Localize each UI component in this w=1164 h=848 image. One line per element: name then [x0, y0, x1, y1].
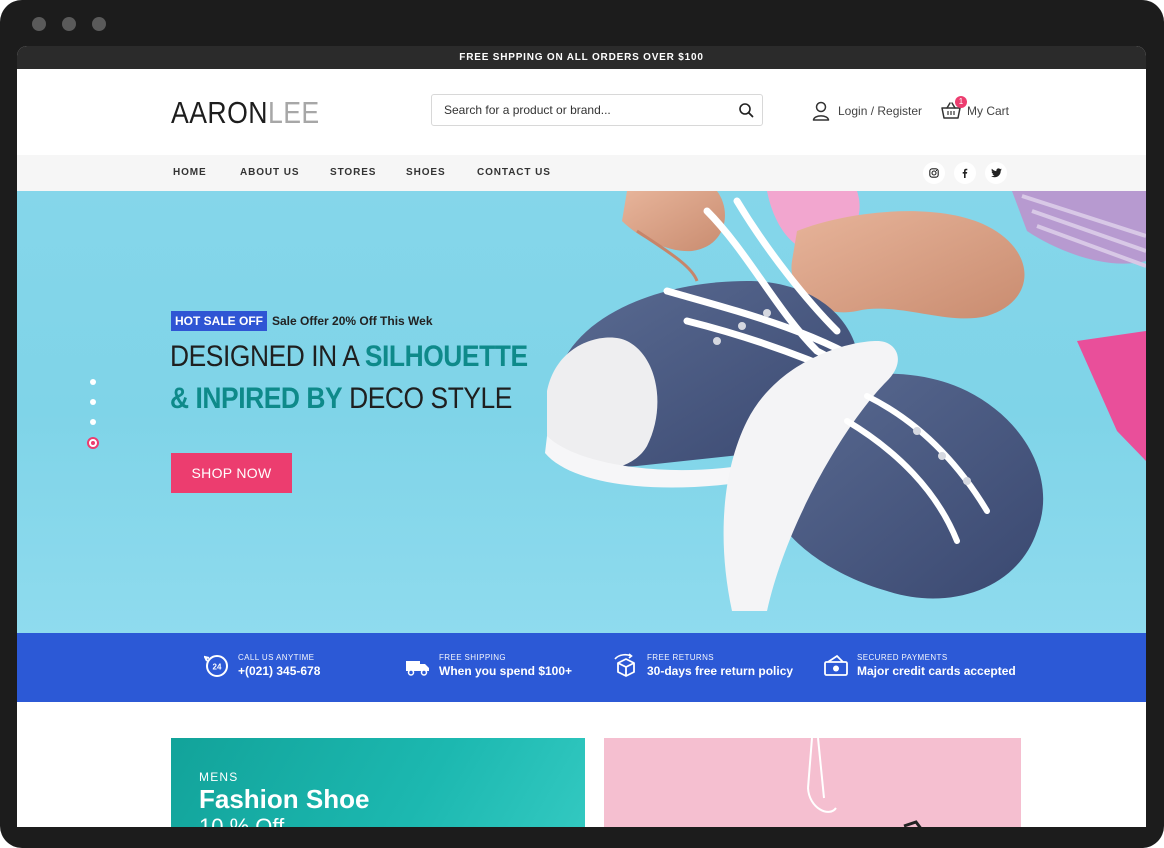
cart-icon-wrap: 1: [941, 96, 967, 121]
instagram-link[interactable]: [923, 162, 945, 184]
logo-part-1: AARON: [171, 95, 268, 130]
nav-item-stores[interactable]: STORES: [330, 155, 376, 191]
feature-returns-text: FREE RETURNS 30-days free return policy: [647, 653, 793, 679]
feature-shipping: FREE SHIPPING When you spend $100+: [405, 653, 572, 679]
hero-headline-line-2: & INPIRED BY DECO STYLE: [170, 381, 512, 417]
payment-icon: [824, 654, 848, 676]
shop-now-button[interactable]: SHOP NOW: [171, 453, 292, 493]
user-icon: [812, 101, 830, 121]
cart-count-badge: 1: [955, 96, 967, 108]
login-label: Login / Register: [838, 104, 923, 118]
feature-payments-small: SECURED PAYMENTS: [857, 653, 948, 662]
hero-slider: HOT SALE OFF Sale Offer 20% Off This Wek…: [17, 191, 1146, 633]
browser-frame: FREE SHPPING ON ALL ORDERS OVER $100 AAR…: [0, 0, 1164, 848]
site-header: AARONLEE Login / Register: [17, 69, 1146, 155]
hero-line1-accent: SILHOUETTE: [364, 340, 528, 373]
feature-shipping-small: FREE SHIPPING: [439, 653, 506, 662]
feature-returns-small: FREE RETURNS: [647, 653, 715, 662]
slider-dot-4-active[interactable]: [87, 437, 99, 449]
instagram-icon: [929, 168, 939, 178]
cart-link[interactable]: 1 My Cart: [941, 96, 1009, 122]
feature-call: 24 CALL US ANYTIME +(021) 345-678: [204, 653, 320, 679]
window-dot-maximize[interactable]: [92, 17, 106, 31]
feature-call-text: CALL US ANYTIME +(021) 345-678: [238, 653, 320, 679]
nav-item-about[interactable]: ABOUT US: [240, 155, 299, 191]
twitter-link[interactable]: [985, 162, 1007, 184]
promo-banner-mens[interactable]: MENS Fashion Shoe 10 % Off: [171, 738, 585, 827]
hot-sale-badge: HOT SALE OFF: [171, 311, 267, 331]
promo-title: Fashion Shoe: [199, 784, 370, 814]
phone-24-icon: 24: [204, 655, 228, 677]
svg-text:24: 24: [213, 663, 222, 672]
main-nav: HOME ABOUT US STORES SHOES CONTACT US: [17, 155, 1146, 191]
feature-returns: FREE RETURNS 30-days free return policy: [613, 653, 793, 679]
slider-dot-3[interactable]: [90, 419, 96, 425]
feature-payments-large: Major credit cards accepted: [857, 664, 1016, 678]
feature-payments: SECURED PAYMENTS Major credit cards acce…: [823, 653, 1016, 679]
promo-banner-pink[interactable]: [604, 738, 1021, 827]
hero-offer-line: HOT SALE OFF Sale Offer 20% Off This Wek: [171, 311, 433, 331]
hero-headline-line-1: DESIGNED IN A SILHOUETTE: [170, 339, 528, 375]
box-return-icon: [614, 653, 635, 677]
promo-pink-image: [807, 738, 922, 827]
page-viewport: FREE SHPPING ON ALL ORDERS OVER $100 AAR…: [17, 46, 1146, 827]
feature-shipping-text: FREE SHIPPING When you spend $100+: [439, 653, 572, 679]
shipping-announcement: FREE SHPPING ON ALL ORDERS OVER $100: [17, 46, 1146, 69]
hero-line1-plain: DESIGNED IN A: [170, 340, 365, 373]
facebook-icon: [962, 168, 968, 178]
twitter-icon: [990, 168, 1002, 178]
slider-dot-2[interactable]: [90, 399, 96, 405]
window-dot-close[interactable]: [32, 17, 46, 31]
hero-line2-plain: DECO STYLE: [342, 382, 512, 415]
feature-shipping-large: When you spend $100+: [439, 664, 573, 678]
cart-label: My Cart: [967, 104, 1009, 118]
promo-category: MENS: [199, 770, 239, 784]
promo-offer: 10 % Off: [199, 814, 285, 827]
search-input[interactable]: [444, 95, 724, 125]
search-icon[interactable]: [738, 102, 754, 118]
feature-returns-large: 30-days free return policy: [647, 664, 794, 678]
nav-item-contact[interactable]: CONTACT US: [477, 155, 551, 191]
facebook-link[interactable]: [954, 162, 976, 184]
feature-call-small: CALL US ANYTIME: [238, 653, 315, 662]
truck-icon: [406, 661, 429, 676]
nav-item-shoes[interactable]: SHOES: [406, 155, 446, 191]
nav-item-home[interactable]: HOME: [173, 155, 207, 191]
site-logo[interactable]: AARONLEE: [171, 96, 320, 130]
search-box: [431, 94, 763, 126]
window-dot-minimize[interactable]: [62, 17, 76, 31]
hero-offer-text: Sale Offer 20% Off This Wek: [272, 314, 433, 328]
login-register-link[interactable]: Login / Register: [812, 100, 922, 122]
hero-sneakers-image: [545, 191, 1146, 611]
hero-line2-accent: & INPIRED BY: [170, 382, 343, 415]
feature-call-large: +(021) 345-678: [238, 664, 321, 678]
features-bar: 24 CALL US ANYTIME +(021) 345-678 FREE S…: [17, 633, 1146, 702]
slider-dot-1[interactable]: [90, 379, 96, 385]
logo-part-2: LEE: [267, 95, 320, 130]
feature-payments-text: SECURED PAYMENTS Major credit cards acce…: [857, 653, 1016, 679]
